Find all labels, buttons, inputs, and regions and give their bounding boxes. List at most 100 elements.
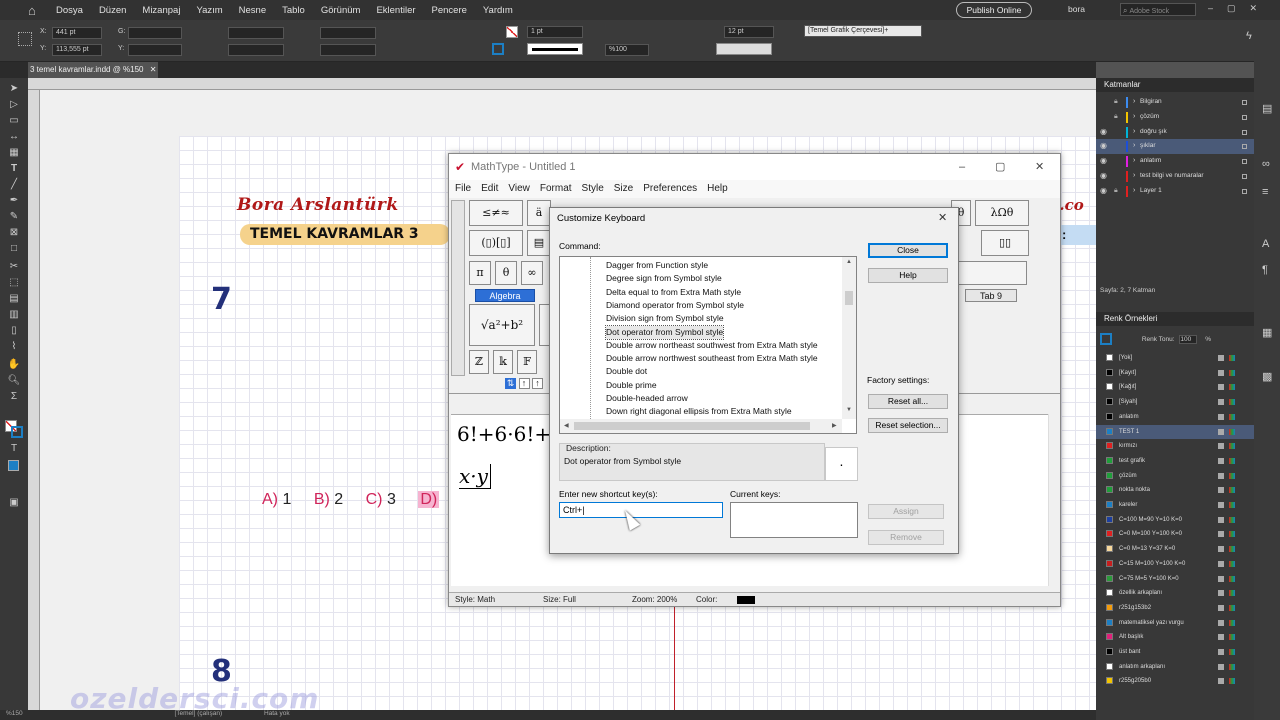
current-keys-list[interactable]	[730, 502, 858, 538]
command-item[interactable]: Dot operator from Symbol style	[604, 324, 725, 340]
rect-frame-tool-icon[interactable]: ⊠	[6, 226, 22, 239]
target-icon[interactable]	[1242, 159, 1247, 165]
gradient-feather-icon[interactable]: ▥	[6, 308, 22, 321]
swatch-row[interactable]: kareler	[1096, 498, 1254, 513]
toolbar-scroll-left[interactable]	[451, 200, 465, 376]
shear-field[interactable]	[320, 44, 376, 56]
equation-scrollbar[interactable]	[1048, 414, 1059, 586]
tab-9[interactable]: Tab 9	[965, 289, 1017, 302]
lock-icon[interactable]: 🔒︎	[1114, 184, 1118, 199]
command-item[interactable]: Down right diagonal ellipsis from Extra …	[606, 405, 792, 418]
preflight-status[interactable]: Hata yok	[264, 710, 290, 717]
menu-yazim[interactable]: Yazım	[196, 5, 222, 16]
command-item[interactable]: Double arrow northeast southwest from Ex…	[606, 339, 818, 352]
lock-icon[interactable]: 🔒︎	[1114, 95, 1118, 110]
scale-y-field[interactable]	[228, 44, 284, 56]
help-button[interactable]: Help	[868, 268, 948, 283]
relations-palette[interactable]: ≤≠≈	[469, 200, 523, 226]
apply-color-icon[interactable]	[8, 460, 19, 471]
height-field[interactable]	[128, 44, 182, 56]
layers-panel-header[interactable]: Katmanlar	[1096, 78, 1254, 92]
pages-icon[interactable]: ▤	[1262, 102, 1272, 115]
tab-arrow-icon[interactable]: ⇅	[505, 378, 516, 389]
command-list-vscroll[interactable]: ▲ ▼	[842, 257, 856, 419]
target-icon[interactable]	[1242, 100, 1247, 105]
command-item[interactable]: Dagger from Function style	[606, 259, 708, 272]
reset-all-button[interactable]: Reset all...	[868, 394, 948, 409]
expand-icon[interactable]: ›	[1133, 95, 1135, 110]
layer-row[interactable]: ◉ › anlatım	[1096, 154, 1254, 169]
swatch-row[interactable]: özellik arkaplanı	[1096, 586, 1254, 601]
mt-status-color-swatch[interactable]	[737, 596, 755, 604]
maximize-icon[interactable]: ▢	[995, 154, 1005, 180]
expand-icon[interactable]: ›	[1133, 154, 1135, 169]
menu-dosya[interactable]: Dosya	[56, 5, 83, 16]
minimize-icon[interactable]: –	[959, 154, 965, 180]
mt-menu-file[interactable]: File	[455, 183, 471, 194]
expand-icon[interactable]: ›	[1133, 184, 1135, 199]
command-item[interactable]: Degree sign from Symbol style	[606, 272, 722, 285]
boxes-palette[interactable]: ▯▯	[981, 230, 1029, 256]
menu-yardim[interactable]: Yardım	[483, 5, 513, 16]
target-icon[interactable]	[1242, 114, 1247, 120]
swatch-row[interactable]: [Kayıt]	[1096, 366, 1254, 381]
swatch-row[interactable]: [Kağıt]	[1096, 380, 1254, 395]
swatch-row[interactable]: anlatım arkaplanı	[1096, 660, 1254, 675]
stroke-box-icon[interactable]	[11, 426, 23, 438]
swatch-row[interactable]: çözüm	[1096, 469, 1254, 484]
tab-up-icon[interactable]: ↑	[518, 378, 530, 389]
swatch-row[interactable]: matematiksel yazı vurgu	[1096, 616, 1254, 631]
menu-tablo[interactable]: Tablo	[282, 5, 305, 16]
eyedropper-tool-icon[interactable]: ⌇	[6, 340, 22, 353]
width-field[interactable]	[128, 27, 182, 39]
swatch-row[interactable]: [Yok]	[1096, 351, 1254, 366]
expand-icon[interactable]: ›	[1133, 110, 1135, 125]
close-icon[interactable]: ✕	[150, 65, 157, 74]
swatch-row[interactable]: C=0 M=100 Y=100 K=0	[1096, 527, 1254, 542]
size-field[interactable]: 12 pt	[724, 26, 774, 38]
pencil-tool-icon[interactable]: ✎	[6, 210, 22, 223]
links-icon[interactable]: ∞	[1262, 158, 1270, 170]
swatch-row[interactable]: C=0 M=13 Y=37 K=0	[1096, 542, 1254, 557]
line-tool-icon[interactable]: ╱	[6, 178, 22, 191]
tint-field[interactable]: 100	[1179, 334, 1198, 344]
mt-menu-format[interactable]: Format	[540, 183, 572, 194]
transform-tool-icon[interactable]: ⬚	[6, 276, 22, 289]
content-collector-icon[interactable]: ▦	[6, 146, 22, 159]
layer-row[interactable]: 🔒︎ › çözüm	[1096, 110, 1254, 125]
page-tool-icon[interactable]: ▭	[6, 114, 22, 127]
document-tab[interactable]: 3 temel kavramlar.indd @ %150 ✕	[28, 62, 158, 78]
style-status[interactable]: [Temel] (çalışan)	[174, 710, 222, 717]
layer-row[interactable]: ◉ › test bilgi ve numaralar	[1096, 169, 1254, 184]
sigma-icon[interactable]: Σ	[6, 390, 22, 403]
pen-tool-icon[interactable]: ✒	[6, 194, 22, 207]
shortcut-input[interactable]: Ctrl+|	[559, 502, 723, 518]
eye-icon[interactable]: ◉	[1100, 184, 1107, 199]
tab-up2-icon[interactable]: ↑	[532, 378, 544, 389]
stroke-icon[interactable]: ≡	[1262, 186, 1268, 198]
symbol-theta[interactable]: θ	[495, 261, 517, 285]
command-item[interactable]: Division sign from Symbol style	[606, 312, 724, 325]
target-icon[interactable]	[1242, 174, 1247, 179]
symbol-f[interactable]: 𝔽	[517, 350, 537, 374]
rotate-field[interactable]	[320, 27, 376, 39]
mt-menu-style[interactable]: Style	[582, 183, 604, 194]
expand-icon[interactable]: ›	[1133, 169, 1135, 184]
zoom-status[interactable]: %150	[6, 710, 23, 717]
target-icon[interactable]	[1242, 188, 1247, 194]
eye-icon[interactable]: ◉	[1100, 139, 1107, 154]
dialog-close-icon[interactable]: ✕	[938, 211, 947, 224]
swatch-row[interactable]: üst bant	[1096, 645, 1254, 660]
lock-icon[interactable]: 🔒︎	[1114, 110, 1118, 125]
swatch-row[interactable]: test grafik	[1096, 454, 1254, 469]
symbol-integers[interactable]: ℤ	[469, 350, 489, 374]
expand-icon[interactable]: ›	[1133, 139, 1135, 154]
type-tool-icon[interactable]: T	[6, 162, 22, 175]
menu-pencere[interactable]: Pencere	[432, 5, 467, 16]
layer-row[interactable]: 🔒︎ › Bilgiran	[1096, 95, 1254, 110]
layer-row[interactable]: ◉ › doğru şık	[1096, 125, 1254, 140]
swatch-row[interactable]: C=75 M=5 Y=100 K=0	[1096, 572, 1254, 587]
scissors-tool-icon[interactable]: ✂	[6, 260, 22, 273]
mt-menu-view[interactable]: View	[508, 183, 530, 194]
swatch-row[interactable]: r255g205b0	[1096, 674, 1254, 689]
